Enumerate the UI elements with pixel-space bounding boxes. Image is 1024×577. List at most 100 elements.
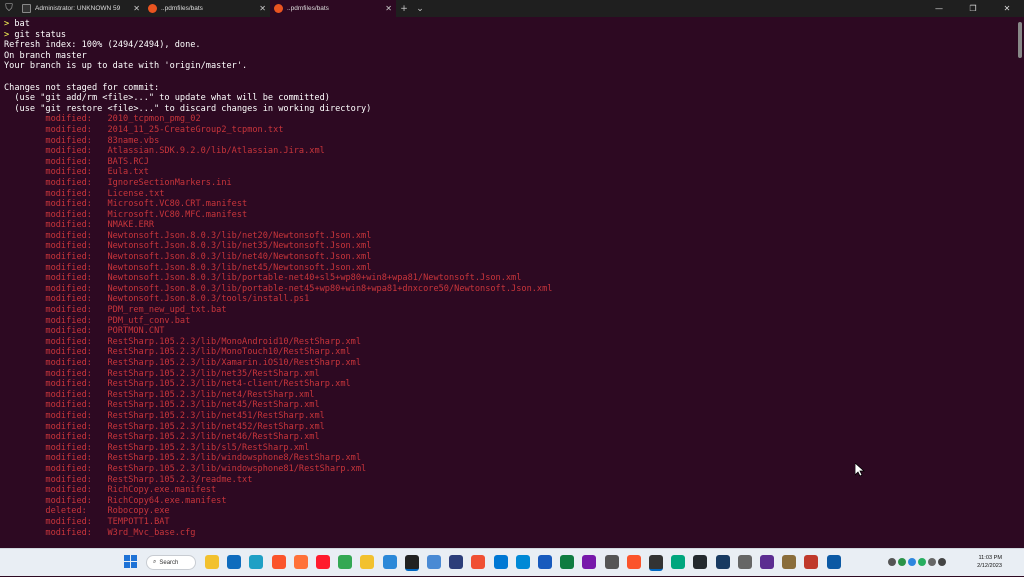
cloud-icon[interactable] bbox=[908, 558, 916, 566]
volume-icon[interactable] bbox=[928, 558, 936, 566]
battery-icon[interactable] bbox=[938, 558, 946, 566]
changed-file-line: deleted: Robocopy.exe bbox=[4, 506, 1014, 517]
changed-file-line: modified: Newtonsoft.Json.8.0.3/lib/net2… bbox=[4, 231, 1014, 242]
edge-dev-icon[interactable] bbox=[826, 555, 841, 569]
clock-time: 11:03 PM bbox=[978, 555, 1002, 561]
file-path: PDM_utf_conv.bat bbox=[107, 315, 191, 326]
file-path: Newtonsoft.Json.8.0.3/lib/net20/Newtonso… bbox=[107, 230, 372, 241]
maximize-button[interactable]: ❐ bbox=[956, 0, 990, 17]
file-status: modified: bbox=[4, 336, 108, 347]
changed-file-line: modified: RestSharp.105.2.3/lib/net451/R… bbox=[4, 411, 1014, 422]
azure-icon[interactable] bbox=[515, 555, 530, 569]
close-tab-icon[interactable]: ✕ bbox=[259, 4, 266, 13]
folder-icon[interactable] bbox=[360, 555, 375, 569]
changed-file-line: modified: RestSharp.105.2.3/lib/net452/R… bbox=[4, 422, 1014, 433]
powershell-icon[interactable] bbox=[449, 555, 464, 569]
snipping-icon[interactable] bbox=[804, 555, 819, 569]
tab-label: Administrator: UNKNOWN 59 bbox=[35, 5, 121, 12]
taskbar-search[interactable]: ⌕ Search bbox=[146, 555, 196, 570]
changed-file-line: modified: 83name.vbs bbox=[4, 136, 1014, 147]
virtualbox-icon[interactable] bbox=[715, 555, 730, 569]
package-icon[interactable] bbox=[782, 555, 797, 569]
changed-file-line: modified: W3rd_Mvc_base.cfg bbox=[4, 528, 1014, 539]
file-path: Newtonsoft.Json.8.0.3/lib/portable-net40… bbox=[107, 273, 522, 284]
changed-file-line: modified: RestSharp.105.2.3/lib/Xamarin.… bbox=[4, 358, 1014, 369]
close-tab-icon[interactable]: ✕ bbox=[385, 4, 392, 13]
photos-icon[interactable] bbox=[427, 555, 441, 569]
changed-file-line: modified: Microsoft.VC80.CRT.manifest bbox=[4, 199, 1014, 210]
file-path: NMAKE.ERR bbox=[107, 220, 155, 231]
visualstudio-icon[interactable] bbox=[760, 555, 774, 569]
file-status: modified: bbox=[4, 241, 108, 252]
file-status: modified: bbox=[4, 135, 108, 146]
git-icon[interactable] bbox=[471, 555, 486, 569]
file-path: RestSharp.105.2.3/lib/net451/RestSharp.x… bbox=[107, 410, 325, 421]
changed-file-line: modified: Newtonsoft.Json.8.0.3/tools/in… bbox=[4, 294, 1014, 305]
close-tab-icon[interactable]: ✕ bbox=[133, 4, 140, 13]
terminal-line: (use "git restore <file>..." to discard … bbox=[4, 104, 1014, 115]
opera-icon[interactable] bbox=[316, 555, 330, 569]
onenote-icon[interactable] bbox=[582, 555, 597, 569]
edge-icon[interactable] bbox=[249, 555, 264, 569]
file-status: modified: bbox=[4, 442, 108, 453]
notepad-icon[interactable] bbox=[382, 555, 397, 569]
file-path: IgnoreSectionMarkers.ini bbox=[107, 177, 232, 188]
vscode-icon[interactable] bbox=[493, 555, 508, 569]
file-status: modified: bbox=[4, 463, 108, 474]
terminal-text: bat bbox=[9, 19, 30, 29]
changed-file-line: modified: RestSharp.105.2.3/lib/MonoTouc… bbox=[4, 347, 1014, 358]
network-icon[interactable] bbox=[898, 558, 906, 566]
file-status: modified: bbox=[4, 199, 108, 210]
app-icon[interactable] bbox=[671, 555, 686, 569]
outlook-icon[interactable] bbox=[227, 555, 242, 569]
clock[interactable]: 11:03 PM 2/12/2023 bbox=[977, 554, 1002, 570]
changed-file-line: modified: 2010_tcpmon_pmg_02 bbox=[4, 114, 1014, 125]
chrome-icon[interactable] bbox=[338, 555, 353, 569]
ubuntu-icon bbox=[148, 4, 157, 13]
tab-dropdown-button[interactable]: ⌄ bbox=[412, 0, 428, 17]
terminal-icon bbox=[22, 4, 31, 13]
tab-administrator[interactable]: Administrator: UNKNOWN 59 ✕ bbox=[18, 0, 144, 17]
changed-file-line: modified: PDM_utf_conv.bat bbox=[4, 316, 1014, 327]
chevron-up-icon[interactable] bbox=[888, 558, 896, 566]
word-icon[interactable] bbox=[538, 555, 552, 569]
changed-file-line: modified: NMAKE.ERR bbox=[4, 220, 1014, 231]
file-status: modified: bbox=[4, 188, 108, 199]
file-path: Newtonsoft.Json.8.0.3/lib/net35/Newtonso… bbox=[107, 241, 372, 252]
excel-icon[interactable] bbox=[560, 555, 575, 569]
tab-pdmfiles-1[interactable]: ..pdmfiles/bats ✕ bbox=[144, 0, 270, 17]
file-path: RestSharp.105.2.3/lib/net45/RestSharp.xm… bbox=[107, 400, 320, 411]
settings-icon[interactable] bbox=[737, 555, 752, 569]
file-path: RestSharp.105.2.3/lib/windowsphone8/Rest… bbox=[107, 453, 362, 464]
file-status: modified: bbox=[4, 114, 108, 125]
new-tab-button[interactable]: + bbox=[396, 0, 412, 17]
brave-alt-icon[interactable] bbox=[626, 555, 641, 569]
magnifier-icon[interactable] bbox=[604, 555, 619, 569]
github-icon[interactable] bbox=[693, 555, 708, 569]
file-path: PORTMON.CNT bbox=[107, 326, 165, 337]
file-explorer-icon[interactable] bbox=[205, 555, 219, 569]
firefox-icon[interactable] bbox=[293, 555, 308, 569]
minimize-button[interactable]: — bbox=[922, 0, 956, 17]
file-path: License.txt bbox=[107, 188, 165, 199]
file-path: RestSharp.105.2.3/lib/sl5/RestSharp.xml bbox=[107, 442, 310, 453]
terminal-icon[interactable] bbox=[404, 555, 419, 571]
file-path: Newtonsoft.Json.8.0.3/lib/portable-net45… bbox=[107, 283, 553, 294]
changed-file-line: modified: RestSharp.105.2.3/lib/net35/Re… bbox=[4, 369, 1014, 380]
file-status: modified: bbox=[4, 516, 108, 527]
start-button[interactable] bbox=[124, 555, 138, 569]
changed-file-line: modified: RestSharp.105.2.3/lib/net4/Res… bbox=[4, 390, 1014, 401]
windows-terminal-icon[interactable] bbox=[649, 555, 663, 571]
tab-pdmfiles-2[interactable]: ..pdmfiles/bats ✕ bbox=[270, 0, 396, 17]
changed-file-line: modified: Newtonsoft.Json.8.0.3/lib/port… bbox=[4, 284, 1014, 295]
clock-date: 2/12/2023 bbox=[977, 563, 1002, 569]
file-path: RestSharp.105.2.3/lib/net4/RestSharp.xml bbox=[107, 389, 315, 400]
file-status: modified: bbox=[4, 453, 108, 464]
close-window-button[interactable]: ✕ bbox=[990, 0, 1024, 17]
terminal-scrollbar[interactable] bbox=[1018, 22, 1022, 58]
security-icon[interactable] bbox=[918, 558, 926, 566]
file-status: modified: bbox=[4, 230, 108, 241]
terminal-text: (use "git add/rm <file>..." to update wh… bbox=[4, 93, 330, 104]
tab-label: ..pdmfiles/bats bbox=[287, 5, 329, 12]
brave-icon[interactable] bbox=[271, 555, 286, 569]
